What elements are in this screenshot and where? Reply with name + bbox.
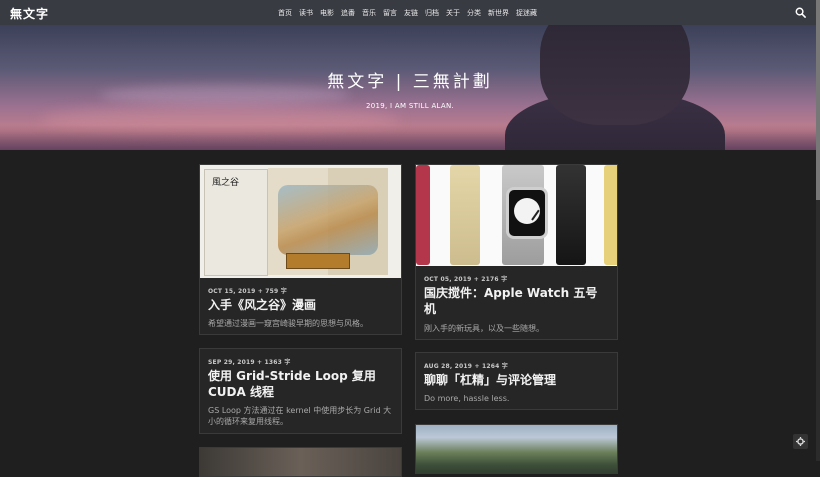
menu-item-anime[interactable]: 追番	[341, 8, 355, 18]
post-meta: SEP 29, 2019 + 1363 字	[208, 359, 291, 366]
post-meta: OCT 15, 2019 + 759 字	[208, 288, 287, 295]
post-cover-image	[416, 165, 617, 266]
watch-strap	[450, 165, 480, 265]
watch-face	[506, 187, 548, 239]
post-meta: OCT 05, 2019 + 2176 字	[424, 276, 508, 283]
menu-item-music[interactable]: 音乐	[362, 8, 376, 18]
watch-strap	[556, 165, 586, 265]
main-menu: 首页 读书 电影 追番 音乐 留言 友链 归档 关于 分类 新世界 捉迷藏	[278, 8, 544, 18]
post-title[interactable]: 入手《风之谷》漫画	[208, 297, 393, 313]
comic-banner	[286, 253, 350, 269]
post-excerpt: Do more, hassle less.	[424, 394, 510, 403]
settings-button[interactable]	[793, 434, 808, 449]
menu-item-categories[interactable]: 分类	[467, 8, 481, 18]
hero-title: 無文字 | 三無計劃	[327, 72, 493, 92]
post-card[interactable]	[199, 447, 402, 477]
post-cover-image	[416, 425, 617, 473]
post-title[interactable]: 聊聊「杠精」与评论管理	[424, 372, 609, 388]
post-card[interactable]: AUG 28, 2019 + 1264 字 聊聊「杠精」与评论管理 Do mor…	[415, 352, 618, 410]
post-excerpt: 刚入手的新玩具，以及一些随想。	[424, 324, 544, 333]
hero-subtitle: 2019, I AM STILL ALAN.	[365, 102, 455, 110]
menu-item-new-world[interactable]: 新世界	[488, 8, 509, 18]
top-nav: 無文字 首页 读书 电影 追番 音乐 留言 友链 归档 关于 分类 新世界 捉迷…	[0, 0, 820, 25]
menu-item-books[interactable]: 读书	[299, 8, 313, 18]
watch-dial	[514, 198, 540, 224]
scrollbar-thumb[interactable]	[816, 0, 820, 200]
post-card[interactable]: SEP 29, 2019 + 1363 字 使用 Grid-Stride Loo…	[199, 348, 402, 434]
post-excerpt: 希望通过漫画一窥宫崎骏早期的思想与风格。	[208, 319, 368, 328]
menu-item-links[interactable]: 友链	[404, 8, 418, 18]
menu-item-hide-seek[interactable]: 捉迷藏	[516, 8, 537, 18]
post-excerpt: GS Loop 方法通过在 kernel 中使用步长为 Grid 大小的循环来复…	[208, 406, 392, 426]
menu-item-archive[interactable]: 归档	[425, 8, 439, 18]
post-cover-image	[200, 448, 401, 476]
comic-map-illustration	[278, 185, 378, 255]
watch-strap	[604, 165, 617, 265]
post-meta: AUG 28, 2019 + 1264 字	[424, 363, 508, 370]
site-logo[interactable]: 無文字	[10, 5, 49, 22]
post-card[interactable]: 風之谷 OCT 15, 2019 + 759 字 入手《风之谷》漫画 希望通过漫…	[199, 164, 402, 335]
post-card[interactable]: OCT 05, 2019 + 2176 字 国庆搅件：Apple Watch 五…	[415, 164, 618, 340]
menu-item-home[interactable]: 首页	[278, 8, 292, 18]
watch-strap	[416, 165, 430, 265]
menu-item-about[interactable]: 关于	[446, 8, 460, 18]
watch-hand	[531, 209, 540, 221]
gear-icon	[796, 437, 805, 446]
post-card[interactable]	[415, 424, 618, 474]
post-cover-image: 風之谷	[200, 165, 401, 278]
search-icon[interactable]	[795, 7, 806, 18]
post-title[interactable]: 国庆搅件：Apple Watch 五号机	[424, 285, 609, 317]
menu-item-guestbook[interactable]: 留言	[383, 8, 397, 18]
hero-banner: 無文字 | 三無計劃 2019, I AM STILL ALAN.	[0, 25, 820, 150]
comic-cover-title: 風之谷	[212, 178, 240, 188]
post-title[interactable]: 使用 Grid-Stride Loop 复用 CUDA 线程	[208, 368, 393, 400]
menu-item-movies[interactable]: 电影	[320, 8, 334, 18]
